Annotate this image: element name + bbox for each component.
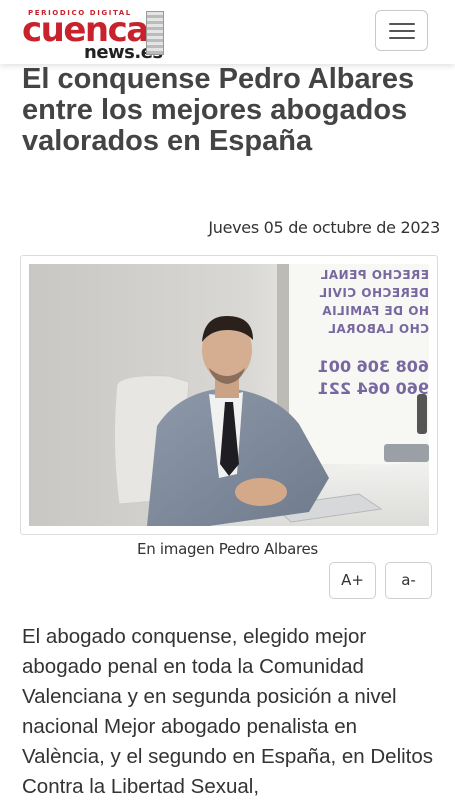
- sign-line: ERECHO PENAL: [320, 268, 429, 282]
- article-date: Jueves 05 de octubre de 2023: [208, 218, 440, 237]
- hamburger-menu-button[interactable]: [375, 10, 428, 51]
- window-sign-text: ERECHO PENAL DERECHO CIVIL HO DE FAMILIA CH…: [311, 266, 429, 400]
- image-caption: En imagen Pedro Albares: [137, 540, 318, 558]
- sign-phone-line: 608 306 001: [317, 357, 429, 376]
- font-increase-button[interactable]: A+: [329, 562, 376, 599]
- article-title: El conquense Pedro Albares entre los mej…: [22, 63, 415, 157]
- sign-line: DERECHO CIVIL: [319, 286, 429, 300]
- site-logo[interactable]: PERIODICO DIGITAL cuenca news.es: [22, 9, 172, 63]
- font-decrease-button[interactable]: a-: [385, 562, 432, 599]
- logo-tower-graphic: [146, 11, 164, 55]
- sign-phone-line: [311, 338, 429, 356]
- sign-phone-line: 960 064 221: [317, 379, 429, 398]
- sign-line: HO DE FAMILIA: [321, 304, 429, 318]
- sign-line: CHO LABORAL: [327, 322, 429, 336]
- article-body: El abogado conquense, elegido mejor abog…: [22, 625, 434, 798]
- article-image-frame: ERECHO PENAL DERECHO CIVIL HO DE FAMILIA CH…: [20, 255, 438, 535]
- site-header: PERIODICO DIGITAL cuenca news.es: [0, 0, 455, 64]
- hamburger-menu-icon: [389, 23, 415, 25]
- article-photo[interactable]: ERECHO PENAL DERECHO CIVIL HO DE FAMILIA CH…: [29, 264, 429, 526]
